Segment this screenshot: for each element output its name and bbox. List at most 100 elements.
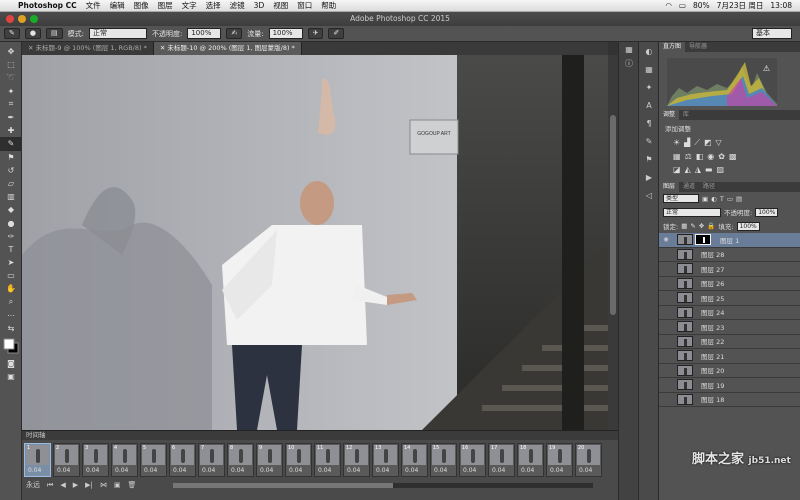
close-window-icon[interactable] xyxy=(6,15,14,23)
first-frame-icon[interactable]: ⏮ xyxy=(47,481,53,490)
color-balance-icon[interactable]: ⚖ xyxy=(685,152,692,161)
frame-delay[interactable]: 0.04 xyxy=(550,467,563,474)
tab-navigator[interactable]: 导航器 xyxy=(685,42,711,52)
timeline-frame[interactable]: 9 0.04 xyxy=(256,443,283,477)
type-tool-icon[interactable]: T xyxy=(0,243,22,256)
color-panel-icon[interactable]: ◐ xyxy=(639,42,659,60)
paragraph-panel-icon[interactable]: ¶ xyxy=(639,114,659,132)
timeline-frame[interactable]: 17 0.04 xyxy=(488,443,515,477)
tab-channels[interactable]: 通道 xyxy=(679,182,699,192)
minimize-window-icon[interactable] xyxy=(18,15,26,23)
timeline-frame[interactable]: 15 0.04 xyxy=(430,443,457,477)
timeline-scrollbar[interactable] xyxy=(173,482,594,488)
crop-tool-icon[interactable]: ⌗ xyxy=(0,98,22,111)
timeline-frame[interactable]: 20 0.04 xyxy=(575,443,602,477)
layer-row[interactable]: 图层 20 xyxy=(659,364,800,378)
tab-libraries[interactable]: 库 xyxy=(679,110,693,120)
scroll-thumb[interactable] xyxy=(610,115,616,315)
flow-field[interactable]: 100% xyxy=(268,28,303,39)
loop-select[interactable]: 永远 xyxy=(26,480,40,490)
brush-tool-icon[interactable]: ✎ xyxy=(0,137,22,151)
layer-row[interactable]: 图层 23 xyxy=(659,320,800,335)
marquee-tool-icon[interactable]: ⬚ xyxy=(0,58,22,71)
pressure-size-icon[interactable]: ✐ xyxy=(328,28,345,39)
channel-mixer-icon[interactable]: ✿ xyxy=(718,152,725,161)
prev-frame-icon[interactable]: ◀ xyxy=(60,481,65,489)
layer-row[interactable]: 图层 24 xyxy=(659,306,800,320)
tween-icon[interactable]: ⋈ xyxy=(100,481,107,489)
eraser-tool-icon[interactable]: ▱ xyxy=(0,177,22,190)
delete-frame-icon[interactable]: 🗑 xyxy=(127,481,136,489)
gradient-map-icon[interactable]: ▬ xyxy=(705,165,713,174)
timeline-frame[interactable]: 5 0.04 xyxy=(140,443,167,477)
gradient-tool-icon[interactable]: ▥ xyxy=(0,190,22,203)
timeline-frame[interactable]: 2 0.04 xyxy=(53,443,80,477)
menu-filter[interactable]: 滤镜 xyxy=(230,0,245,11)
posterize-icon[interactable]: ◭ xyxy=(685,165,691,174)
filter-smart-icon[interactable]: ▤ xyxy=(736,195,742,203)
airbrush-icon[interactable]: ✈ xyxy=(307,28,324,39)
menu-help[interactable]: 帮助 xyxy=(321,0,336,11)
timeline-frame[interactable]: 3 0.04 xyxy=(82,443,109,477)
close-tab-icon[interactable]: ✕ xyxy=(28,44,36,52)
hand-tool-icon[interactable]: ✋ xyxy=(0,282,22,295)
filter-kind-select[interactable]: 类型 xyxy=(663,194,699,203)
frame-delay[interactable]: 0.04 xyxy=(202,467,215,474)
actions-panel-icon[interactable]: ▶ xyxy=(639,168,659,186)
swap-colors-icon[interactable]: ⇆ xyxy=(0,322,22,335)
dodge-tool-icon[interactable]: ● xyxy=(0,216,22,229)
brush-size-icon[interactable]: ● xyxy=(24,28,41,39)
invert-icon[interactable]: ◪ xyxy=(673,165,681,174)
app-menu[interactable]: Photoshop CC xyxy=(18,1,77,10)
hue-saturation-icon[interactable]: ▦ xyxy=(673,152,681,161)
menu-image[interactable]: 图像 xyxy=(134,0,149,11)
timeline-frame[interactable]: 4 0.04 xyxy=(111,443,138,477)
histogram-warning-icon[interactable]: ⚠ xyxy=(763,64,770,73)
lock-position-icon[interactable]: ✥ xyxy=(699,222,704,230)
wifi-icon[interactable]: ◠ xyxy=(665,1,672,10)
brightness-icon[interactable]: ☀ xyxy=(673,138,680,148)
lock-pixels-icon[interactable]: ▦ xyxy=(681,222,687,230)
frame-delay[interactable]: 0.04 xyxy=(144,467,157,474)
frame-delay[interactable]: 0.04 xyxy=(289,467,302,474)
frame-delay[interactable]: 0.04 xyxy=(376,467,389,474)
screen-mode-icon[interactable]: ▣ xyxy=(0,370,22,383)
sound-panel-icon[interactable]: ◁ xyxy=(639,186,659,204)
blur-tool-icon[interactable]: ◆ xyxy=(0,203,22,216)
tab-doc-9[interactable]: ✕ 未标题-9 @ 100% (图层 1, RGB/8) * xyxy=(22,42,154,55)
fill-field[interactable]: 100% xyxy=(736,221,760,231)
frame-delay[interactable]: 0.04 xyxy=(521,467,534,474)
brush-panel-icon[interactable]: ✎ xyxy=(639,132,659,150)
layer-row[interactable]: ◉ 图层 1 xyxy=(659,233,800,248)
black-white-icon[interactable]: ◧ xyxy=(696,152,704,161)
mode-select[interactable]: 正常 xyxy=(88,28,147,39)
photo-filter-icon[interactable]: ◉ xyxy=(707,152,714,161)
filter-adjust-icon[interactable]: ◐ xyxy=(711,195,717,203)
threshold-icon[interactable]: ◮ xyxy=(695,165,701,174)
timeline-frame[interactable]: 19 0.04 xyxy=(546,443,573,477)
tab-paths[interactable]: 路径 xyxy=(699,182,719,192)
next-frame-icon[interactable]: ▶| xyxy=(85,481,93,489)
timeline-frame[interactable]: 7 0.04 xyxy=(198,443,225,477)
tab-adjustments[interactable]: 调整 xyxy=(659,110,680,120)
new-frame-icon[interactable]: ▣ xyxy=(114,481,121,489)
visibility-eye-icon[interactable]: ◉ xyxy=(661,236,671,243)
shape-tool-icon[interactable]: ▭ xyxy=(0,269,22,282)
menu-select[interactable]: 选择 xyxy=(206,0,221,11)
layer-row[interactable]: 图层 22 xyxy=(659,335,800,349)
eyedropper-tool-icon[interactable]: ✒ xyxy=(0,111,22,124)
timeline-frame[interactable]: 18 0.04 xyxy=(517,443,544,477)
quick-select-tool-icon[interactable]: ✦ xyxy=(0,85,22,98)
timeline-frame[interactable]: 13 0.04 xyxy=(372,443,399,477)
canvas-vertical-scrollbar[interactable] xyxy=(608,55,618,430)
frame-delay[interactable]: 0.04 xyxy=(173,467,186,474)
timeline-frame[interactable]: 14 0.04 xyxy=(401,443,428,477)
timeline-frame[interactable]: 16 0.04 xyxy=(459,443,486,477)
menu-edit[interactable]: 编辑 xyxy=(110,0,125,11)
timeline-frame[interactable]: 10 0.04 xyxy=(285,443,312,477)
more-tools-icon[interactable]: ⋯ xyxy=(0,309,22,322)
selective-color-icon[interactable]: ▨ xyxy=(716,165,724,174)
filter-pixel-icon[interactable]: ▣ xyxy=(702,195,708,203)
info-panel-icon[interactable]: ⓘ xyxy=(619,56,639,70)
brush-tool-preset-icon[interactable]: ✎ xyxy=(4,28,20,39)
